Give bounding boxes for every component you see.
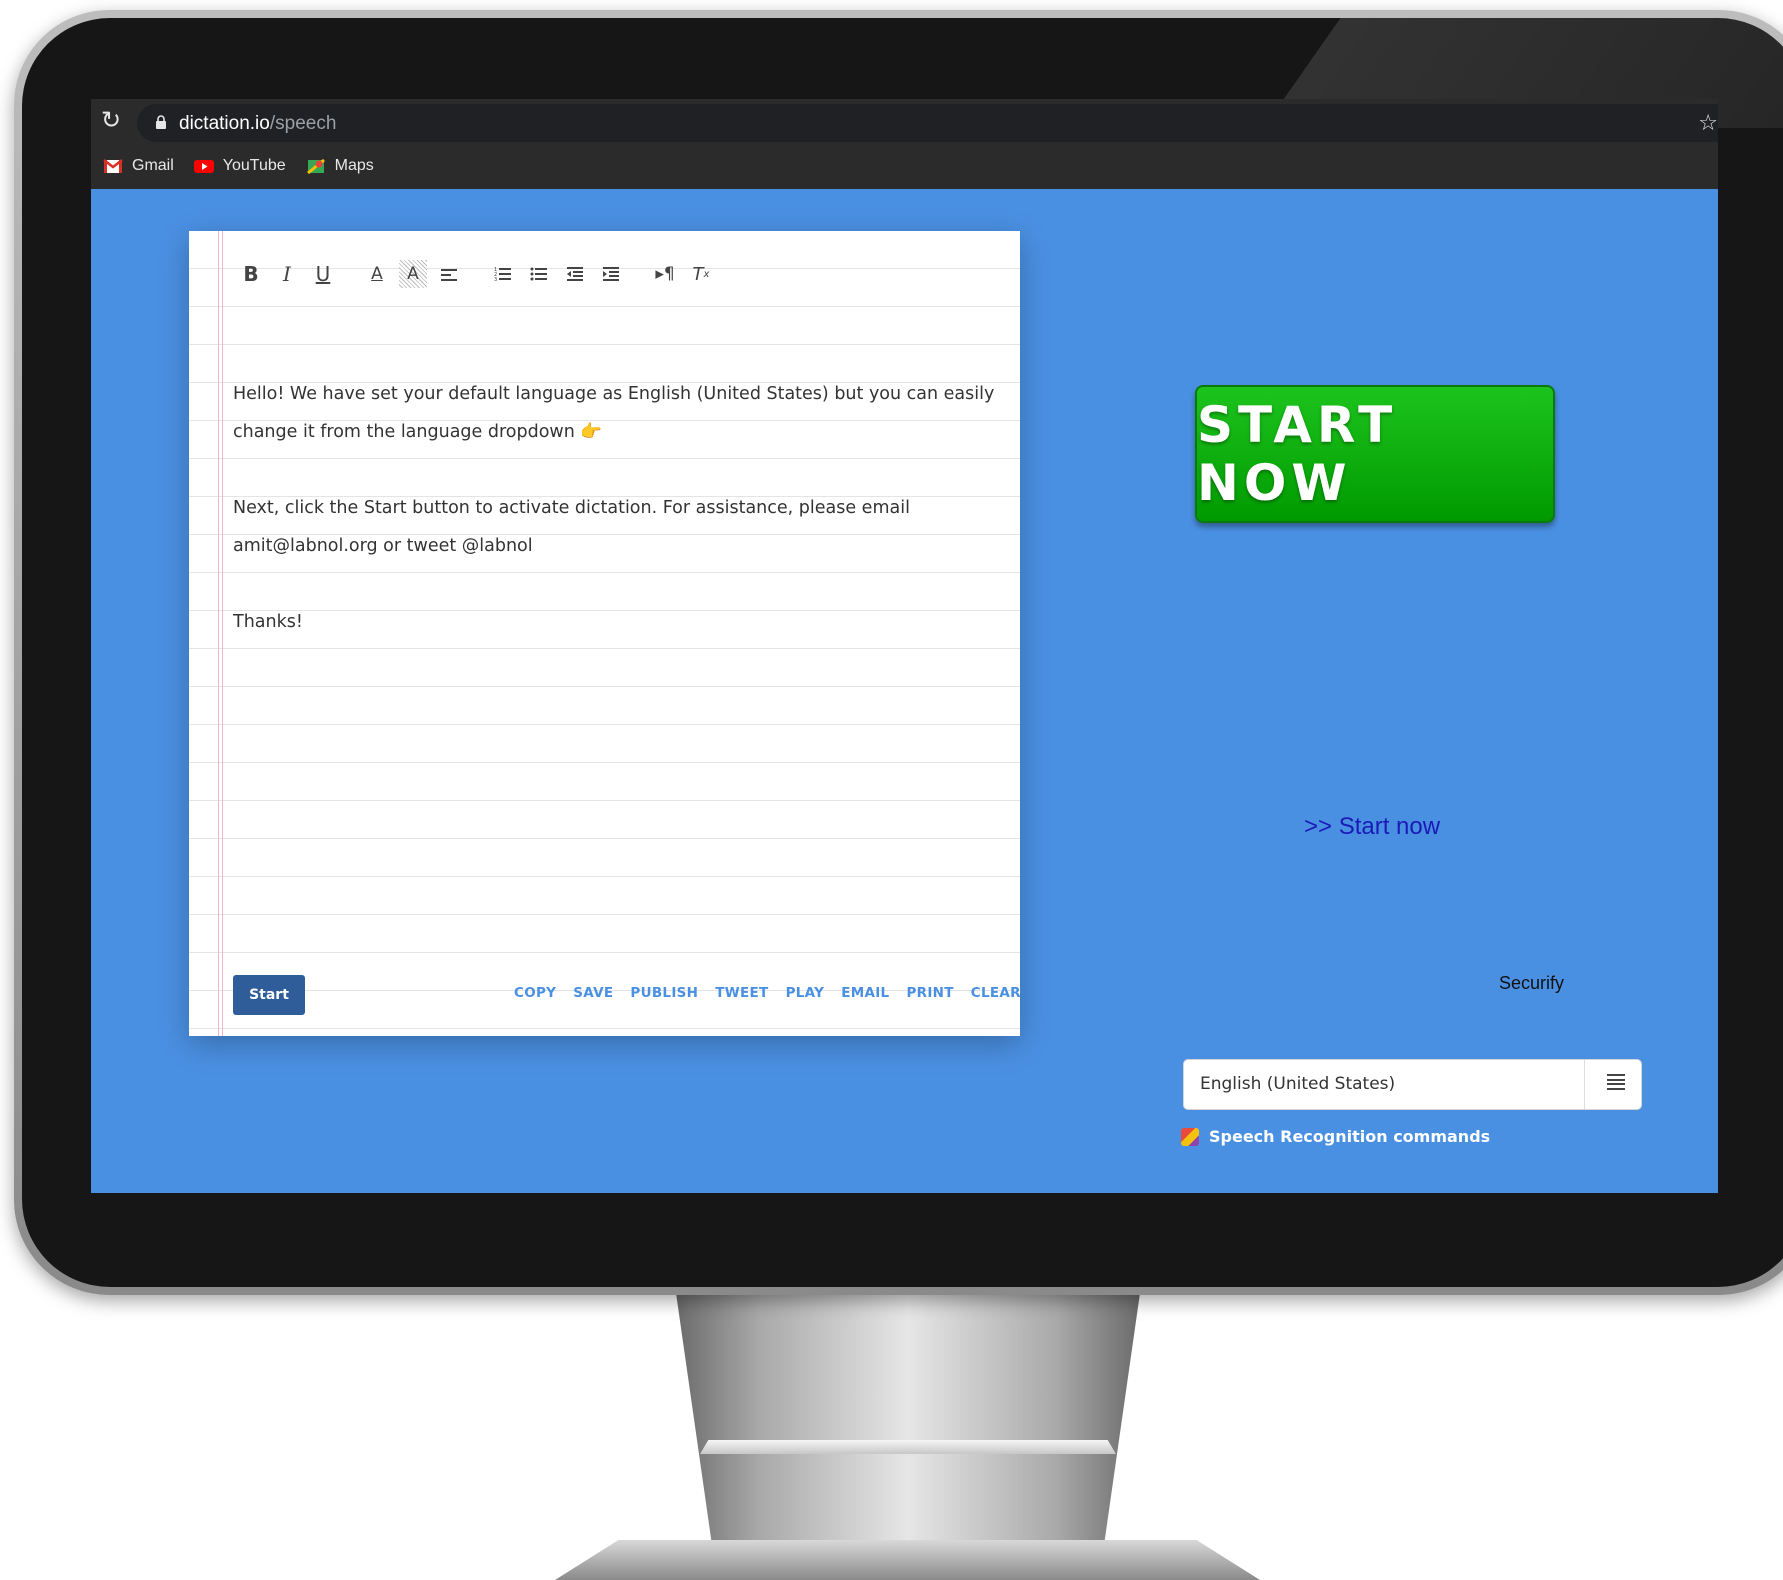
url-host: dictation.io	[179, 113, 270, 134]
svg-text:3: 3	[494, 277, 497, 282]
url-path: /speech	[269, 113, 337, 134]
bold-icon[interactable]: B	[237, 260, 265, 288]
reload-icon[interactable]: ↻	[101, 109, 121, 133]
address-bar[interactable]: dictation.io/speech ☆	[137, 104, 1718, 142]
align-icon[interactable]	[435, 260, 463, 288]
bookmark-label: Gmail	[132, 157, 174, 174]
ordered-list-icon[interactable]: 123	[489, 260, 517, 288]
commands-icon	[1181, 1127, 1199, 1146]
indent-icon[interactable]	[597, 260, 625, 288]
start-dictation-button[interactable]: Start	[233, 975, 305, 1015]
monitor-stand-base	[555, 1540, 1260, 1580]
play-link[interactable]: PLAY	[786, 985, 825, 1001]
url-text[interactable]: dictation.io/speech	[179, 113, 336, 135]
monitor-stand-band	[700, 1440, 1116, 1454]
text-direction-icon[interactable]: ▸¶	[651, 260, 679, 288]
editor-paragraph: Thanks!	[233, 612, 303, 632]
font-color-icon[interactable]: A	[363, 260, 391, 288]
screen: ↻ dictation.io/speech ☆ Gmail YouTube Ma…	[91, 99, 1718, 1193]
dropdown-divider	[1584, 1060, 1585, 1109]
language-dropdown[interactable]: English (United States)	[1183, 1059, 1642, 1110]
save-link[interactable]: SAVE	[573, 985, 613, 1001]
maps-icon	[306, 158, 326, 175]
language-value: English (United States)	[1200, 1074, 1396, 1094]
editor-actions: COPY SAVE PUBLISH TWEET PLAY EMAIL PRINT…	[514, 985, 1020, 1001]
securify-label[interactable]: Securify	[1499, 973, 1564, 994]
speech-commands-label: Speech Recognition commands	[1209, 1127, 1491, 1146]
tweet-link[interactable]: TWEET	[715, 985, 768, 1001]
editor-paragraph: Next, click the Start button to activate…	[233, 498, 910, 556]
underline-icon[interactable]: U	[309, 260, 337, 288]
clear-formatting-icon[interactable]: Tx	[687, 260, 715, 288]
editor-paragraph: Hello! We have set your default language…	[233, 384, 995, 442]
browser-toolbar: ↻ dictation.io/speech ☆ Gmail YouTube Ma…	[91, 99, 1718, 189]
bookmarks-bar: Gmail YouTube Maps	[103, 153, 394, 179]
bullet-list-icon[interactable]	[525, 260, 553, 288]
bookmark-youtube[interactable]: YouTube	[193, 157, 286, 175]
print-link[interactable]: PRINT	[906, 985, 953, 1001]
start-now-ad-button[interactable]: START NOW	[1195, 385, 1555, 523]
notebook-margin-line	[218, 231, 223, 1036]
clear-link[interactable]: CLEAR	[971, 985, 1020, 1001]
monitor-stand-neck	[676, 1293, 1140, 1553]
bookmark-label: YouTube	[222, 157, 286, 174]
speech-commands-link[interactable]: Speech Recognition commands	[1181, 1127, 1490, 1146]
gmail-icon	[103, 158, 123, 174]
italic-icon[interactable]: I	[273, 260, 301, 288]
bookmark-gmail[interactable]: Gmail	[103, 157, 174, 175]
highlight-icon[interactable]: A	[399, 260, 427, 288]
email-link[interactable]: EMAIL	[841, 985, 889, 1001]
copy-link[interactable]: COPY	[514, 985, 556, 1001]
menu-icon[interactable]	[1607, 1074, 1625, 1090]
editor-content[interactable]: Hello! We have set your default language…	[233, 375, 1003, 679]
youtube-icon	[193, 158, 214, 174]
bookmark-label: Maps	[334, 157, 374, 174]
bookmark-maps[interactable]: Maps	[306, 157, 374, 175]
lock-icon	[156, 115, 166, 129]
bookmark-star-icon[interactable]: ☆	[1698, 110, 1718, 136]
start-now-link[interactable]: >> Start now	[1304, 813, 1440, 841]
editor-card: B I U A A 123 ▸¶ Tx Hello! We have set y…	[189, 231, 1020, 1036]
publish-link[interactable]: PUBLISH	[630, 985, 698, 1001]
outdent-icon[interactable]	[561, 260, 589, 288]
editor-toolbar: B I U A A 123 ▸¶ Tx	[237, 259, 723, 289]
